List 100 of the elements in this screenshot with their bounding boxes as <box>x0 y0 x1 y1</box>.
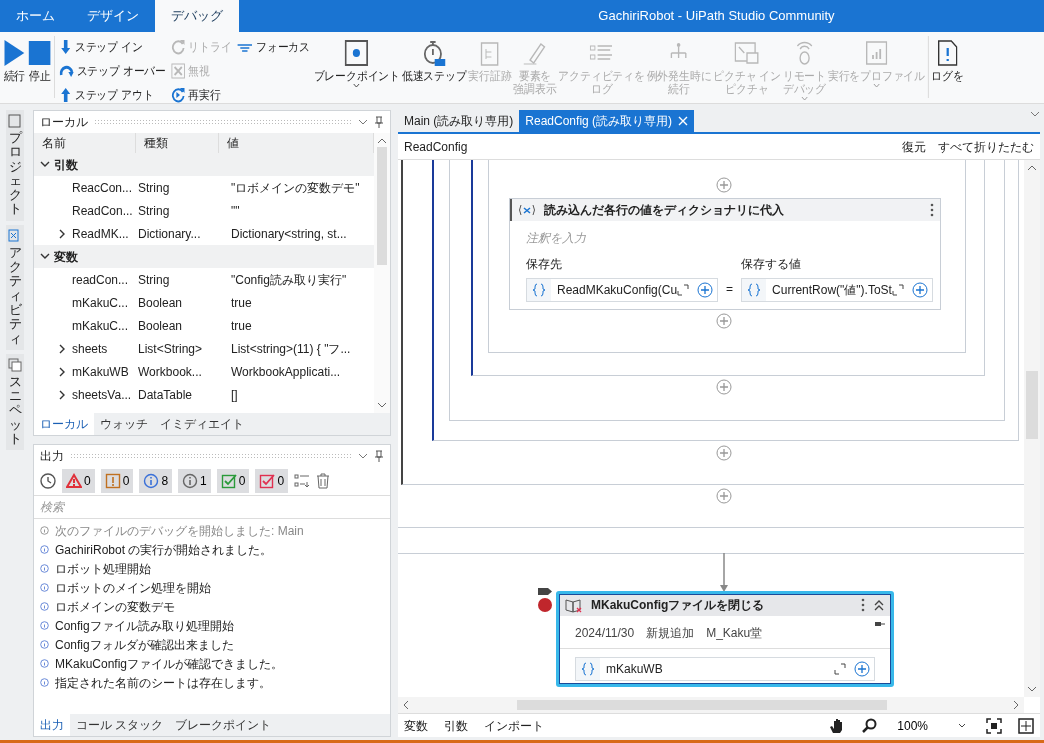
filter-button[interactable]: 0 <box>255 469 289 493</box>
chevron-right-icon[interactable] <box>58 366 66 377</box>
zoom-dropdown[interactable]: 100% <box>893 716 970 735</box>
fit-icon[interactable] <box>986 717 1002 734</box>
chevron-down-icon[interactable] <box>1030 110 1040 118</box>
table-cell: "Config読み取り実行" <box>231 272 347 287</box>
filter-button[interactable]: 0 <box>216 469 250 493</box>
chevron-right-icon[interactable] <box>58 228 66 239</box>
search-field[interactable]: 検索 <box>34 495 390 519</box>
list-icon[interactable] <box>294 473 311 489</box>
filter-button[interactable]: 8 <box>139 469 173 493</box>
filter-button[interactable]: 0 <box>100 469 134 493</box>
table-cell: Workbook... <box>138 364 202 379</box>
table-cell: Dictionary... <box>138 226 201 241</box>
document-tab[interactable]: Main (読み取り専用) <box>398 110 520 132</box>
expression-field[interactable]: mKakuWB <box>575 657 875 681</box>
bug-icon <box>794 40 815 66</box>
scroll-down-icon[interactable] <box>1027 686 1037 693</box>
ribbon-tab[interactable]: デバッグ <box>155 0 239 32</box>
toolbar-button[interactable]: ブレークポイント <box>312 36 401 89</box>
log-message: 指定された名前のシートは存在します。 <box>55 674 271 692</box>
link[interactable]: すべて折りたたむ <box>938 137 1034 156</box>
expression-field[interactable]: ReadMKakuConfig(Cu <box>526 278 719 302</box>
panel-tab[interactable]: 変数 <box>404 716 428 735</box>
filter-button[interactable]: 1 <box>178 469 211 493</box>
pin-icon[interactable] <box>374 450 384 462</box>
collapse-icon[interactable] <box>873 599 885 611</box>
clipboard-icon <box>480 40 500 66</box>
expand-icon <box>834 663 846 675</box>
group-header[interactable]: 変数 <box>34 245 374 268</box>
group-header[interactable]: 引数 <box>34 153 374 176</box>
toolbar-button[interactable]: 再実行 <box>171 84 232 103</box>
add-icon <box>697 282 714 298</box>
info-icon <box>40 678 49 687</box>
panel-tab[interactable]: 出力 <box>34 714 70 736</box>
chevron-right-icon[interactable] <box>58 389 66 400</box>
panel-tab[interactable]: 引数 <box>444 716 468 735</box>
stopwatch-icon <box>422 39 446 67</box>
scroll-up-icon[interactable] <box>377 137 387 144</box>
variable-icon <box>518 204 536 216</box>
table-cell: "ロボメインの変数デモ" <box>231 180 360 195</box>
table-cell: List<String> <box>138 341 203 356</box>
panel-tab[interactable]: インポート <box>484 716 544 735</box>
info-icon <box>40 659 49 668</box>
panel-tab[interactable]: ローカル <box>34 413 94 435</box>
toolbar-button[interactable]: ステップ オーバー <box>59 60 166 82</box>
scroll-up-icon[interactable] <box>1027 164 1037 171</box>
panel-tab[interactable]: コール スタック <box>70 714 170 736</box>
ribbon-tab[interactable]: デザイン <box>71 0 155 32</box>
log-message: MKakuConfigファイルが確認できました。 <box>55 655 284 673</box>
table-cell: [] <box>231 387 238 402</box>
scrollbar-thumb[interactable] <box>1026 371 1038 439</box>
panel-tab[interactable]: ウォッチ <box>94 413 154 435</box>
toolbar-button[interactable]: フォーカス <box>237 36 310 58</box>
annotation[interactable]: 2024/11/30 新規追加 M_Kaku堂 <box>559 616 875 648</box>
link[interactable]: 復元 <box>902 137 926 156</box>
side-tab[interactable]: スニペット <box>6 353 24 451</box>
toolbar-button[interactable]: 停止 <box>27 36 53 83</box>
expression-field[interactable]: CurrentRow("値").ToSt <box>741 278 933 302</box>
scroll-left-icon[interactable] <box>402 700 409 710</box>
ribbon-tab[interactable]: ホーム <box>0 0 71 32</box>
trash-icon[interactable] <box>316 473 331 489</box>
side-tab[interactable]: アクティビティ <box>6 224 24 350</box>
scroll-down-icon[interactable] <box>377 402 387 409</box>
table-cell: Dictionary<string, st... <box>231 226 347 241</box>
more-icon[interactable] <box>861 598 865 612</box>
panel-title: 出力 <box>40 448 64 465</box>
pin-icon[interactable] <box>374 116 384 128</box>
info-icon <box>40 583 49 592</box>
zoom-icon[interactable] <box>861 717 878 734</box>
braces-icon <box>533 283 545 297</box>
toolbar-button[interactable]: ステップ イン <box>59 36 166 58</box>
filter-button[interactable]: 0 <box>62 469 95 493</box>
toolbar-button[interactable]: ログを <box>930 36 965 83</box>
side-tab[interactable]: プロジェクト <box>6 110 24 221</box>
scrollbar-thumb[interactable] <box>517 700 887 710</box>
toolbar-button[interactable]: ステップ アウト <box>59 84 166 103</box>
table-cell: "" <box>231 203 240 218</box>
activity-card[interactable]: 読み込んだ各行の値をディクショナリに代入 注釈を入力 保存先 ReadMKakuConfig(Cu = 保存する値 CurrentRow("値").ToSt <box>509 198 941 310</box>
scrollbar-thumb[interactable] <box>377 147 387 265</box>
panel-tab[interactable]: ブレークポイント <box>169 714 278 736</box>
chevron-down-icon[interactable] <box>358 452 368 460</box>
chevron-down-icon[interactable] <box>358 118 368 126</box>
document-tab[interactable]: ReadConfig (読み取り専用) <box>519 110 695 132</box>
overview-icon[interactable] <box>1018 717 1034 734</box>
toolbar-button[interactable]: 低速ステップ <box>400 36 468 83</box>
chevron-right-icon[interactable] <box>58 343 66 354</box>
caret-icon <box>353 83 361 89</box>
log-message: GachiriRobot の実行が開始されました。 <box>55 541 273 559</box>
scroll-right-icon[interactable] <box>1013 700 1020 710</box>
table-cell-text: ReadMK... <box>72 225 129 243</box>
clock-icon[interactable] <box>40 473 56 489</box>
pin-icon[interactable] <box>875 620 885 628</box>
log-message: ロボットのメイン処理を開始 <box>55 579 211 597</box>
toolbar-button[interactable]: 続行 <box>1 36 27 83</box>
add-icon <box>911 282 928 298</box>
panel-tab[interactable]: イミディエイト <box>154 413 250 435</box>
table-cell-text: sheetsVa... <box>72 386 132 404</box>
more-icon[interactable] <box>930 203 934 217</box>
close-icon <box>678 116 689 126</box>
